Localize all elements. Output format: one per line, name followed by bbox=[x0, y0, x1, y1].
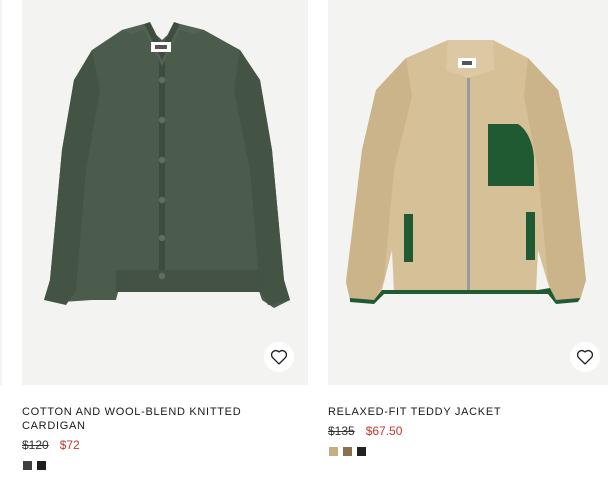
product-card[interactable]: COTTON AND WOOL-BLEND KNITTED CARDIGAN $… bbox=[22, 0, 308, 471]
wishlist-button[interactable] bbox=[264, 342, 294, 372]
original-price: $120 bbox=[22, 438, 49, 452]
color-swatch[interactable] bbox=[328, 446, 339, 457]
color-swatch[interactable] bbox=[36, 460, 47, 471]
color-swatch[interactable] bbox=[356, 446, 367, 457]
product-card[interactable]: RELAXED-FIT TEDDY JACKET $135 $67.50 bbox=[328, 0, 608, 457]
product-name[interactable]: COTTON AND WOOL-BLEND KNITTED CARDIGAN bbox=[22, 405, 308, 433]
cardigan-image bbox=[44, 22, 290, 308]
original-price: $135 bbox=[328, 424, 355, 438]
color-swatch[interactable] bbox=[22, 460, 33, 471]
heart-icon bbox=[576, 349, 594, 365]
heart-icon bbox=[270, 349, 288, 365]
color-swatches bbox=[22, 460, 308, 471]
sale-price: $67.50 bbox=[365, 424, 403, 438]
sale-price: $72 bbox=[59, 438, 80, 452]
product-image[interactable] bbox=[22, 0, 308, 385]
edge-divider bbox=[0, 0, 2, 385]
wishlist-button[interactable] bbox=[570, 342, 600, 372]
product-price: $135 $67.50 bbox=[328, 424, 608, 438]
product-name[interactable]: RELAXED-FIT TEDDY JACKET bbox=[328, 405, 608, 419]
color-swatches bbox=[328, 446, 608, 457]
product-image[interactable] bbox=[328, 0, 608, 385]
product-price: $120 $72 bbox=[22, 438, 308, 452]
color-swatch[interactable] bbox=[342, 446, 353, 457]
teddy-jacket-image bbox=[346, 40, 586, 304]
